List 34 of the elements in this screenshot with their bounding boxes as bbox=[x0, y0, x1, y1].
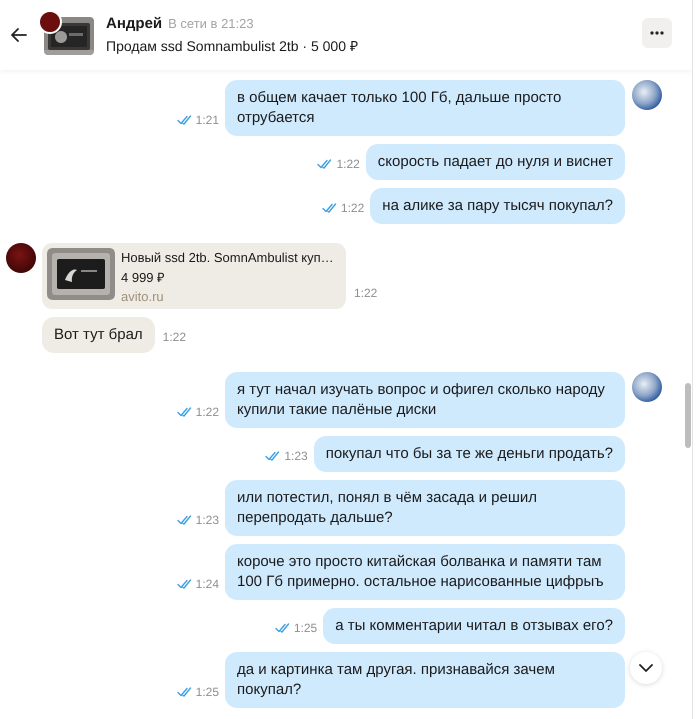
listing-title: Продам ssd Somnambulist 2tb · 5 000 ₽ bbox=[106, 37, 359, 55]
scroll-down-button[interactable] bbox=[630, 652, 662, 684]
message-time: 1:22 bbox=[196, 405, 219, 419]
link-preview-card[interactable]: Новый ssd 2tb. SomnAmbulist куп… 4 999 ₽ avito.ru bbox=[42, 243, 346, 309]
message-time: 1:22 bbox=[162, 330, 186, 344]
scrollbar-thumb[interactable] bbox=[684, 383, 690, 448]
message-bubble: да и картинка там другая. признавайся зачем покупал? bbox=[225, 652, 625, 708]
message-bubble: в общем качает только 100 Гб, дальше просто отрубается bbox=[225, 80, 625, 136]
message-time: 1:22 bbox=[336, 157, 360, 171]
more-button[interactable] bbox=[642, 18, 672, 48]
message-bubble: я тут начал изучать вопрос и офигел сколько народу купили такие палёные диски bbox=[225, 372, 625, 428]
message-time: 1:25 bbox=[294, 621, 318, 635]
link-domain: avito.ru bbox=[121, 289, 165, 304]
message-bubble: покупал что бы за те же деньги продать? bbox=[314, 436, 625, 472]
message-bubble: на алике за пару тысяч покупал? bbox=[370, 188, 625, 224]
more-icon bbox=[650, 31, 664, 35]
message-bubble: Вот тут брал bbox=[42, 317, 155, 353]
link-title: Новый ssd 2tb. SomnAmbulist куп… bbox=[121, 250, 334, 265]
message-bubble: а ты комментарии читал в отзывах его? bbox=[323, 608, 625, 644]
message-time: 1:22 bbox=[340, 201, 364, 215]
message-bubble: или потестил, понял в чём засада и решил перепродать дальше? bbox=[225, 480, 625, 536]
message-time: 1:25 bbox=[196, 685, 219, 699]
contact-name: Андрей bbox=[106, 15, 162, 32]
online-status: В сети в 21:23 bbox=[168, 16, 254, 31]
back-arrow-icon[interactable] bbox=[10, 26, 28, 44]
message-time: 1:23 bbox=[284, 449, 308, 463]
message-time: 1:23 bbox=[196, 513, 219, 527]
message-bubble: скорость падает до нуля и виснет bbox=[366, 144, 625, 180]
message-time: 1:22 bbox=[354, 286, 378, 300]
link-price: 4 999 ₽ bbox=[121, 269, 166, 286]
message-time: 1:24 bbox=[196, 577, 219, 591]
chevron-down-icon bbox=[639, 664, 653, 672]
message-time: 1:21 bbox=[196, 113, 219, 127]
message-bubble: короче это просто китайская болванка и памяти там 100 Гб примерно. остальное нарисованные цифрыъ bbox=[225, 544, 625, 600]
